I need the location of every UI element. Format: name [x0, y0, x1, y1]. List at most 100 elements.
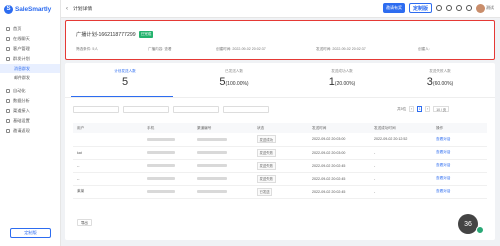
status-tag: 已发送 — [257, 187, 273, 196]
cell-status: 已发送 — [253, 185, 308, 199]
gear-icon — [6, 119, 10, 123]
plan-name: 广播计划-1662118777299 — [76, 32, 136, 38]
cell-action: 查看对话 — [432, 133, 487, 147]
custom-edition-top-button[interactable]: 定制版 — [408, 3, 432, 13]
language-icon[interactable] — [466, 5, 472, 11]
sidebar-item-label: 自动化 — [13, 88, 26, 93]
custom-edition-button[interactable]: 定制版 — [10, 228, 51, 238]
channel-filter-select[interactable] — [173, 106, 219, 113]
stat-planned[interactable]: 计划发送人数 5 — [80, 67, 170, 95]
redacted-text — [197, 164, 227, 168]
column-header: 操作 — [432, 123, 487, 133]
table-header-row: 用户 手机 渠道编号 状态 发送时间 发送成功时间 操作 — [73, 123, 487, 133]
sidebar-item-automation[interactable]: 自动化 — [0, 86, 60, 96]
cell-action: 查看对话 — [432, 146, 487, 160]
cell-user — [73, 133, 143, 147]
cell-action: 查看对话 — [432, 172, 487, 186]
status-tag: 发送失败 — [257, 161, 276, 170]
cell-sent-time: 2022-09-02 20:03:00 — [308, 133, 370, 147]
stat-label: 发送成功人数 — [331, 69, 353, 73]
topbar: ‹ 计划详情 邀请有奖 定制版 测试 — [61, 0, 500, 18]
stat-sent[interactable]: 已发送人数 5(100.00%) — [189, 67, 279, 95]
clock-icon[interactable] — [436, 5, 442, 11]
sidebar-item-analytics[interactable]: 数据分析 — [0, 96, 60, 106]
redacted-text — [147, 151, 175, 155]
broadcast-icon — [6, 57, 10, 61]
view-conversation-link[interactable]: 查看对话 — [436, 163, 450, 167]
table-row: 发送成功 2022-09-02 20:03:00 2022-09-02 20:1… — [73, 133, 487, 147]
cell-phone — [143, 146, 193, 160]
back-icon[interactable]: ‹ — [61, 6, 73, 12]
sidebar-subitem-message-broadcast[interactable]: 消息群发 — [0, 64, 60, 73]
redacted-text — [147, 177, 175, 181]
page-1-button[interactable]: 1 — [417, 106, 423, 112]
view-conversation-link[interactable]: 查看对话 — [436, 150, 450, 154]
redacted-text — [147, 190, 175, 194]
invite-reward-label: 邀请有奖 — [385, 5, 402, 10]
online-status-dot — [476, 226, 484, 234]
sidebar-item-settings[interactable]: 基础设置 — [0, 116, 60, 126]
help-icon[interactable] — [446, 5, 452, 11]
cell-user: -- — [73, 172, 143, 186]
column-header: 用户 — [73, 123, 143, 133]
cell-user: 莱莱 — [73, 185, 143, 199]
cell-sent-time: 2022-09-02 20:02:45 — [308, 159, 370, 173]
status-badge: 已完成 — [138, 31, 154, 38]
column-header: 状态 — [253, 123, 308, 133]
sidebar-item-label: 数据分析 — [13, 98, 30, 103]
redacted-text — [197, 151, 227, 155]
cell-channel — [193, 159, 253, 173]
cell-phone — [143, 159, 193, 173]
logo[interactable]: S SaleSmartly — [0, 0, 60, 18]
automation-icon — [6, 89, 10, 93]
meta-content[interactable]: 广播内容: 查看 — [148, 47, 172, 52]
sidebar-item-home[interactable]: 首页 — [0, 24, 60, 34]
user-menu[interactable]: 测试 — [476, 3, 494, 13]
invite-reward-button[interactable]: 邀请有奖 — [382, 3, 405, 13]
sidebar-item-invite[interactable]: 邀请返现 — [0, 126, 60, 136]
gift-icon — [6, 129, 10, 133]
page-size-select[interactable]: 10 / 页 — [433, 106, 450, 112]
sidebar-item-label: 群发计划 — [13, 56, 30, 61]
status-filter-select[interactable] — [223, 106, 269, 113]
floating-chat-widget[interactable]: 36 — [458, 214, 478, 234]
status-tag: 发送成功 — [257, 135, 276, 144]
meta-filter[interactable]: 筛选条件: 5人 — [76, 47, 98, 52]
export-button[interactable]: 导出 — [77, 219, 92, 226]
next-page-button[interactable]: › — [425, 106, 431, 112]
stat-percent: (20.00%) — [334, 81, 356, 87]
view-conversation-link[interactable]: 查看对话 — [436, 176, 450, 180]
stat-label: 已发送人数 — [225, 69, 243, 73]
cell-success-time: - — [370, 172, 432, 186]
redacted-text — [197, 177, 227, 181]
phone-filter-input[interactable] — [123, 106, 169, 113]
view-conversation-link[interactable]: 查看对话 — [436, 137, 450, 141]
redacted-text — [147, 164, 175, 168]
column-header: 渠道编号 — [193, 123, 253, 133]
cell-status: 发送失败 — [253, 172, 308, 186]
sidebar-item-customers[interactable]: 客户管理 — [0, 44, 60, 54]
user-icon — [6, 47, 10, 51]
stat-value: 5 — [121, 76, 129, 88]
cell-channel — [193, 185, 253, 199]
table-row: -- 发送失败 2022-09-02 20:02:45 - 查看对话 — [73, 159, 487, 173]
avatar — [476, 3, 485, 13]
cell-action: 查看对话 — [432, 159, 487, 173]
sidebar-item-broadcast[interactable]: 群发计划 — [0, 54, 60, 64]
cell-status: 发送失败 — [253, 159, 308, 173]
cell-success-time: - — [370, 146, 432, 160]
plan-summary-card: 广播计划-1662118777299 已完成 筛选条件: 5人 广播内容: 查看… — [65, 20, 495, 60]
stat-success[interactable]: 发送成功人数 1(20.00%) — [297, 67, 387, 95]
sidebar-subitem-email-broadcast[interactable]: 邮件群发 — [0, 73, 60, 82]
notification-icon[interactable] — [456, 5, 462, 11]
sidebar-item-chat[interactable]: 在线聊天 — [0, 34, 60, 44]
user-filter-input[interactable] — [73, 106, 119, 113]
view-conversation-link[interactable]: 查看对话 — [436, 189, 450, 193]
redacted-text — [197, 190, 227, 194]
prev-page-button[interactable]: ‹ — [409, 106, 415, 112]
table-row: -- 发送失败 2022-09-02 20:02:45 - 查看对话 — [73, 172, 487, 186]
sidebar-item-channels[interactable]: 渠道接入 — [0, 106, 60, 116]
stat-failed[interactable]: 发送失败人数 3(60.00%) — [395, 67, 485, 95]
stats-card: 计划发送人数 5 已发送人数 5(100.00%) 发送成功人数 1(20.00… — [65, 63, 495, 240]
stat-percent: (100.00%) — [225, 81, 249, 87]
